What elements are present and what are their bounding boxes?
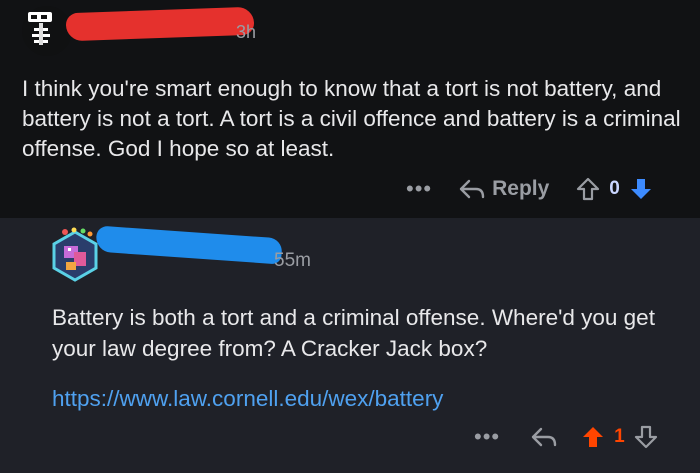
reply-arrow-icon — [531, 427, 557, 447]
downvote-arrow-icon[interactable] — [633, 424, 659, 450]
reply-button[interactable] — [530, 426, 558, 448]
skeleton-avatar-icon[interactable] — [22, 6, 72, 56]
reply-label: Reply — [492, 177, 550, 200]
comment-body: I think you're smart enough to know that… — [22, 76, 681, 161]
vote-controls: 0 — [575, 176, 654, 202]
comment-1: 3h I think you're smart enough to know t… — [0, 0, 700, 218]
comment-actions: ••• Reply 0 — [406, 176, 654, 202]
comment-body: Battery is both a tort and a criminal of… — [52, 305, 655, 361]
vote-controls: 1 — [580, 424, 659, 450]
comment-timestamp: 55m — [274, 250, 311, 271]
more-options-button[interactable]: ••• — [406, 178, 432, 200]
redacted-username — [65, 6, 255, 42]
comment-actions: ••• 1 — [474, 424, 659, 450]
vote-score: 1 — [614, 426, 625, 447]
battery-link[interactable]: https://www.law.cornell.edu/wex/battery — [52, 386, 443, 412]
reply-button[interactable]: Reply — [458, 177, 549, 201]
reply-arrow-icon — [459, 179, 485, 199]
upvote-arrow-icon[interactable] — [580, 424, 606, 450]
vote-score: 0 — [609, 178, 620, 199]
downvote-arrow-icon[interactable] — [628, 176, 654, 202]
comment-timestamp: 3h — [236, 22, 257, 42]
more-options-button[interactable]: ••• — [474, 426, 500, 448]
pixel-avatar-icon[interactable] — [50, 226, 100, 282]
upvote-arrow-icon[interactable] — [575, 176, 601, 202]
